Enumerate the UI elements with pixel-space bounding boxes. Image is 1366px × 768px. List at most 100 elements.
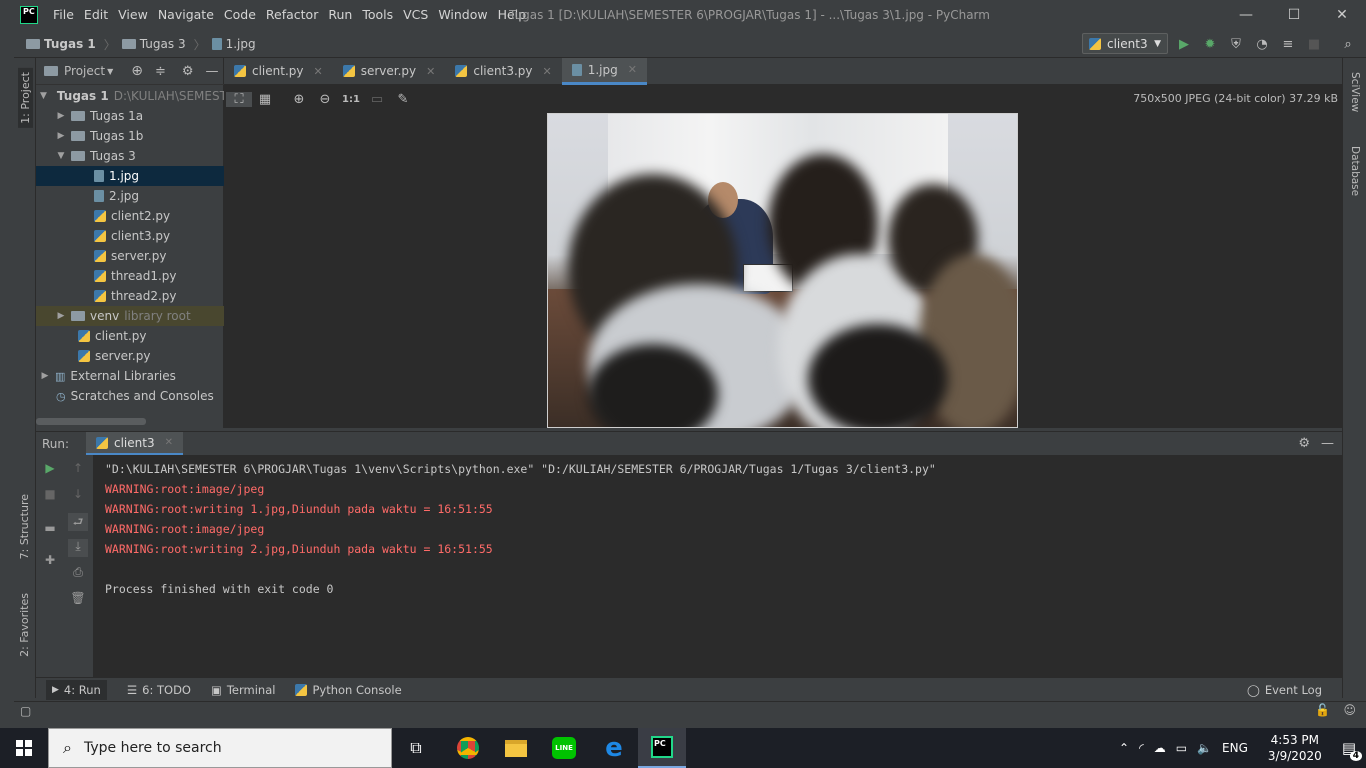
tree-item-2-jpg[interactable]: 2.jpg [36, 186, 224, 206]
menu-edit[interactable]: Edit [79, 0, 113, 30]
fit-window-icon[interactable]: ▭ [364, 92, 390, 107]
clock[interactable]: 4:53 PM 3/9/2020 [1268, 732, 1322, 764]
breadcrumb-item[interactable]: Tugas 3 〉 [121, 36, 206, 53]
event-log-tool-button[interactable]: ◯ Event Log [1247, 683, 1322, 697]
close-tab-icon[interactable]: ✕ [628, 63, 637, 76]
menu-view[interactable]: View [113, 0, 153, 30]
run-icon[interactable]: ▶ [1176, 37, 1192, 52]
tree-item-thread1-py[interactable]: thread1.py [36, 266, 224, 286]
scroll-down-icon[interactable]: ↓ [68, 487, 88, 505]
todo-tool-button[interactable]: ☰ 6: TODO [127, 683, 191, 697]
task-view-icon[interactable]: ⧉ [392, 728, 440, 768]
inspector-icon[interactable]: ☺ [1343, 703, 1356, 717]
tree-item-1-jpg[interactable]: 1.jpg [36, 166, 224, 186]
tab-server-py[interactable]: server.py ✕ [333, 58, 446, 85]
language-indicator[interactable]: ENG [1222, 741, 1248, 755]
tree-item-client2-py[interactable]: client2.py [36, 206, 224, 226]
notification-icon[interactable]: ▤ 4 [1342, 739, 1362, 761]
close-tab-icon[interactable]: ✕ [426, 65, 435, 78]
locate-icon[interactable]: ⊕ [131, 63, 143, 79]
terminal-tool-button[interactable]: ▣ Terminal [211, 683, 275, 697]
volume-icon[interactable]: 🔈 [1197, 741, 1212, 755]
horizontal-scrollbar[interactable] [36, 418, 146, 425]
scroll-to-end-icon[interactable]: ⤓ [68, 539, 88, 557]
close-tab-icon[interactable]: ✕ [314, 65, 323, 78]
edge-icon[interactable]: e [590, 728, 638, 768]
tree-item-venv[interactable]: ▶ venv library root [36, 306, 224, 326]
breadcrumb-item[interactable]: Tugas 1 〉 [26, 36, 116, 53]
minimize-button[interactable]: — [1222, 0, 1270, 30]
project-tool-button[interactable]: 1: Project [18, 68, 33, 128]
pycharm-taskbar-icon[interactable]: PC [638, 728, 686, 768]
menu-navigate[interactable]: Navigate [153, 0, 219, 30]
grid-icon[interactable]: ▦ [252, 92, 278, 107]
scroll-up-icon[interactable]: ↑ [68, 461, 88, 479]
close-tab-icon[interactable]: ✕ [165, 437, 173, 448]
layout-icon[interactable]: ▬ [40, 521, 60, 539]
close-button[interactable]: ✕ [1318, 0, 1366, 30]
structure-tool-button[interactable]: 7: Structure [18, 494, 31, 559]
tree-item-tugas-3[interactable]: ▼ Tugas 3 [36, 146, 224, 166]
gear-icon[interactable]: ⚙ [1298, 432, 1310, 456]
soft-wrap-icon[interactable]: ⮐ [68, 513, 88, 531]
menu-file[interactable]: File [48, 0, 79, 30]
lock-icon[interactable]: 🔓 [1315, 703, 1330, 717]
print-icon[interactable]: ⎙ [68, 565, 88, 583]
menu-refactor[interactable]: Refactor [261, 0, 323, 30]
run-tool-button[interactable]: ▶ 4: Run [46, 679, 107, 700]
menu-run[interactable]: Run [323, 0, 357, 30]
sciview-tool-button[interactable]: SciView [1349, 72, 1361, 112]
tree-item-scratches[interactable]: ◷ Scratches and Consoles [36, 386, 224, 406]
rerun-icon[interactable]: ▶ [40, 461, 60, 479]
stop-icon[interactable]: ■ [1306, 37, 1322, 52]
tree-item-client-py[interactable]: client.py [36, 326, 224, 346]
chevron-up-icon[interactable]: ⌃ [1119, 741, 1129, 755]
close-tab-icon[interactable]: ✕ [543, 65, 552, 78]
run-console[interactable]: "D:\KULIAH\SEMESTER 6\PROGJAR\Tugas 1\ve… [94, 455, 1342, 677]
tree-item-server-py-root[interactable]: server.py [36, 346, 224, 366]
menu-window[interactable]: Window [433, 0, 492, 30]
profile-icon[interactable]: ◔ [1254, 37, 1270, 52]
favorites-tool-button[interactable]: 2: Favorites [18, 593, 31, 657]
battery-icon[interactable]: ▭ [1176, 741, 1187, 755]
menu-tools[interactable]: Tools [357, 0, 398, 30]
line-app-icon[interactable]: LINE [540, 728, 588, 768]
project-view-select[interactable]: Project [64, 64, 105, 78]
tab-1-jpg[interactable]: 1.jpg ✕ [561, 57, 647, 85]
menu-code[interactable]: Code [219, 0, 261, 30]
tree-item-client3-py[interactable]: client3.py [36, 226, 224, 246]
breadcrumb-item[interactable]: 1.jpg [211, 37, 256, 51]
cloud-icon[interactable]: ☁ [1154, 741, 1166, 755]
fit-zoom-icon[interactable]: ⛶ [226, 91, 252, 107]
start-button[interactable] [0, 728, 48, 768]
zoom-out-icon[interactable]: ⊖ [312, 92, 338, 107]
tree-item-tugas-1b[interactable]: ▶ Tugas 1b [36, 126, 224, 146]
concurrency-icon[interactable]: ≡ [1280, 37, 1296, 52]
tree-item-tugas-1a[interactable]: ▶ Tugas 1a [36, 106, 224, 126]
zoom-in-icon[interactable]: ⊕ [286, 92, 312, 107]
tree-item-tugas-1[interactable]: ▼ Tugas 1 D:\KULIAH\SEMESTER 6 [36, 86, 224, 106]
debug-icon[interactable]: ✹ [1202, 37, 1218, 52]
tab-client3-py[interactable]: client3.py ✕ [445, 58, 561, 85]
run-tab-client3[interactable]: client3 ✕ [86, 432, 183, 456]
tree-item-server-py[interactable]: server.py [36, 246, 224, 266]
coverage-icon[interactable]: ⛨ [1228, 37, 1244, 52]
search-icon[interactable]: ⌕ [1340, 37, 1356, 52]
collapse-all-icon[interactable]: ≑ [155, 64, 166, 79]
stop-icon[interactable]: ■ [40, 487, 60, 505]
panel-toggle-icon[interactable]: ▢ [20, 704, 31, 718]
hide-icon[interactable]: — [1321, 432, 1334, 456]
maximize-button[interactable]: ☐ [1270, 0, 1318, 30]
menu-vcs[interactable]: VCS [398, 0, 433, 30]
file-explorer-icon[interactable] [492, 728, 540, 768]
pin-icon[interactable]: ✚ [40, 553, 60, 571]
python-console-tool-button[interactable]: Python Console [295, 683, 402, 697]
tree-item-thread2-py[interactable]: thread2.py [36, 286, 224, 306]
tree-item-external-libraries[interactable]: ▶ ▥ External Libraries [36, 366, 224, 386]
chrome-icon[interactable] [444, 728, 492, 768]
color-picker-icon[interactable]: ✎ [390, 92, 416, 107]
gear-icon[interactable]: ⚙ [182, 64, 194, 79]
actual-size-button[interactable]: 1:1 [338, 94, 364, 105]
hide-icon[interactable]: — [206, 64, 219, 79]
wifi-icon[interactable]: ◜ [1139, 741, 1144, 755]
